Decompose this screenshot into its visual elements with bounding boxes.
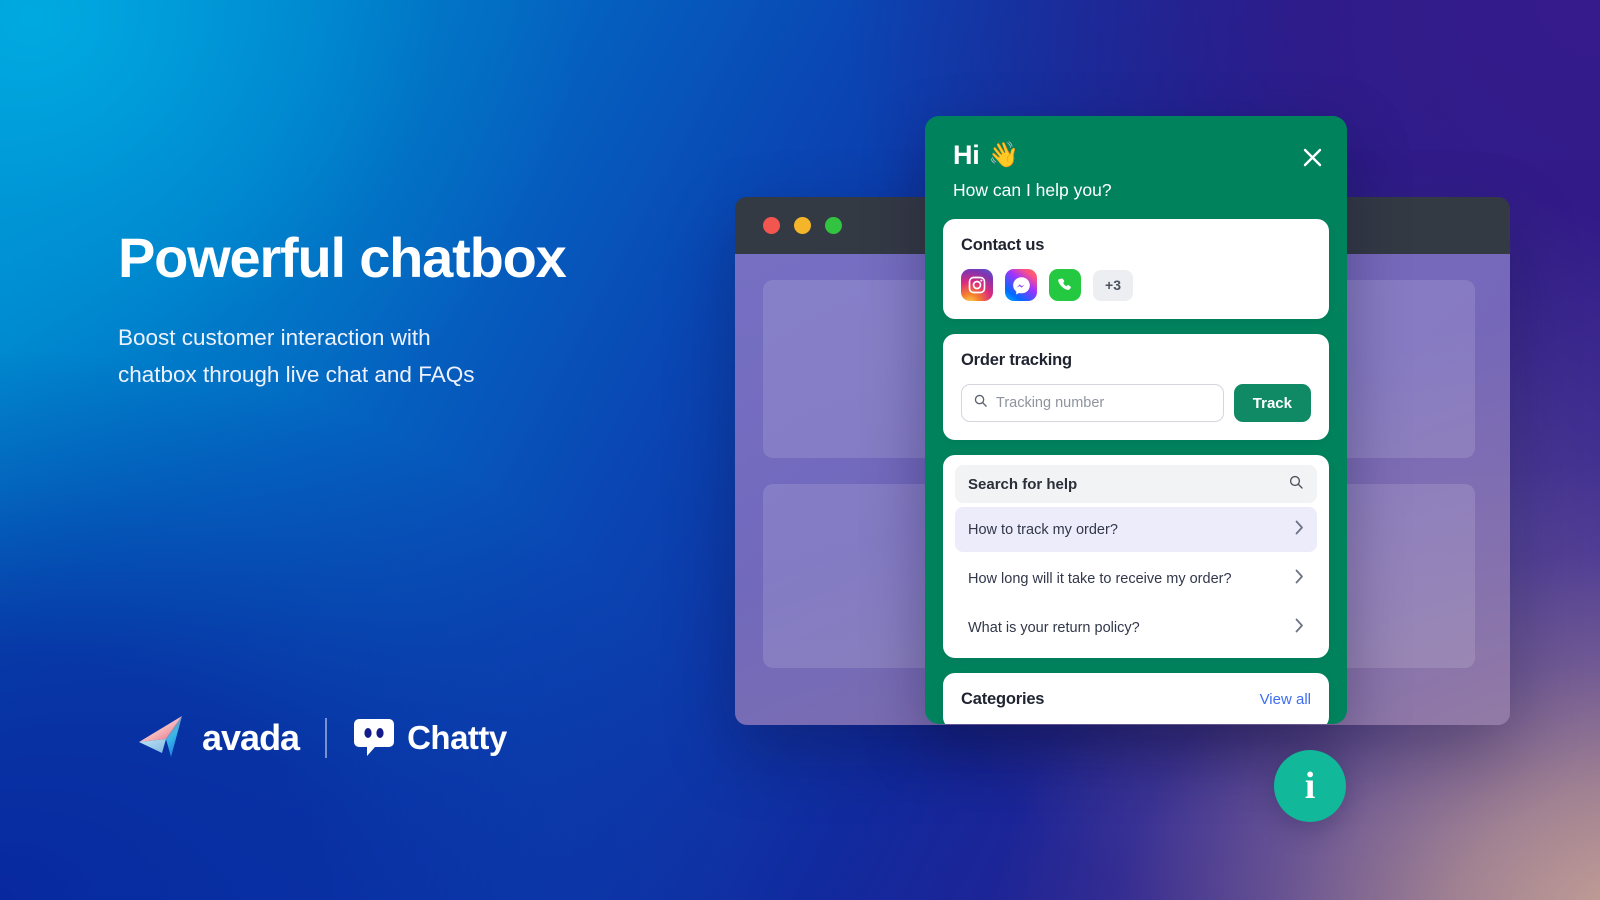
hero-section: Powerful chatbox Boost customer interact… xyxy=(118,226,758,393)
search-icon xyxy=(973,393,988,413)
search-for-help-input[interactable]: Search for help xyxy=(955,465,1317,503)
brand-divider xyxy=(325,717,328,758)
waving-hand-icon: 👋 xyxy=(988,141,1020,169)
chatty-brand: Chatty xyxy=(353,718,507,758)
window-maximize-dot[interactable] xyxy=(825,217,842,234)
contact-us-title: Contact us xyxy=(961,236,1045,254)
hero-subtitle-line-1: Boost customer interaction with xyxy=(118,325,431,351)
faq-item-label: What is your return policy? xyxy=(968,619,1140,636)
contact-us-card: Contact us +3 xyxy=(943,219,1329,319)
page-title: Powerful chatbox xyxy=(118,226,567,289)
categories-title: Categories xyxy=(961,690,1045,708)
tracking-number-input[interactable]: Tracking number xyxy=(961,384,1224,422)
phone-icon[interactable] xyxy=(1049,269,1081,301)
chat-widget-header: Hi 👋 How can I help you? xyxy=(925,116,1347,219)
search-for-help-label: Search for help xyxy=(968,475,1078,493)
faq-item[interactable]: How long will it take to receive my orde… xyxy=(955,556,1317,601)
track-button[interactable]: Track xyxy=(1233,384,1311,422)
chat-widget-body: Contact us +3 Order tracking Tracking nu… xyxy=(925,219,1347,724)
chevron-right-icon xyxy=(1295,569,1304,588)
search-icon xyxy=(1288,474,1304,494)
avada-brand-name: avada xyxy=(202,716,300,758)
chat-bubble-icon xyxy=(353,718,395,758)
more-channels-chip[interactable]: +3 xyxy=(1093,269,1133,301)
close-icon[interactable] xyxy=(1299,144,1325,170)
categories-card: Categories View all xyxy=(943,673,1329,724)
info-icon: i xyxy=(1304,765,1316,807)
view-all-link[interactable]: View all xyxy=(1260,691,1311,708)
faq-item[interactable]: What is your return policy? xyxy=(955,605,1317,650)
faq-item[interactable]: How to track my order? xyxy=(955,507,1317,552)
tracking-number-placeholder: Tracking number xyxy=(996,395,1105,411)
order-tracking-row: Tracking number Track xyxy=(961,384,1311,422)
chat-header-subtitle: How can I help you? xyxy=(953,180,1112,200)
chat-launcher-button[interactable]: i xyxy=(1274,750,1346,822)
window-minimize-dot[interactable] xyxy=(794,217,811,234)
hero-subtitle-line-2: chatbox through live chat and FAQs xyxy=(118,361,475,387)
paper-plane-icon xyxy=(138,712,190,763)
instagram-icon[interactable] xyxy=(961,269,993,301)
faq-item-label: How to track my order? xyxy=(968,521,1118,538)
chat-greeting: Hi 👋 xyxy=(953,140,1321,171)
help-card: Search for help How to track my order? H… xyxy=(943,455,1329,658)
chevron-right-icon xyxy=(1295,618,1304,637)
contact-channel-list: +3 xyxy=(961,269,1311,301)
order-tracking-title: Order tracking xyxy=(961,351,1072,369)
window-close-dot[interactable] xyxy=(763,217,780,234)
messenger-icon[interactable] xyxy=(1005,269,1037,301)
avada-brand: avada xyxy=(138,712,300,763)
chat-greeting-text: Hi xyxy=(953,140,980,170)
faq-item-label: How long will it take to receive my orde… xyxy=(968,570,1232,587)
chevron-right-icon xyxy=(1295,520,1304,539)
order-tracking-card: Order tracking Tracking number Track xyxy=(943,334,1329,440)
brand-lockup: avada Chatty xyxy=(138,712,507,763)
hero-subtitle: Boost customer interaction with chatbox … xyxy=(118,320,588,393)
chat-widget: Hi 👋 How can I help you? Contact us +3 O… xyxy=(925,116,1347,724)
chatty-brand-name: Chatty xyxy=(407,718,507,756)
